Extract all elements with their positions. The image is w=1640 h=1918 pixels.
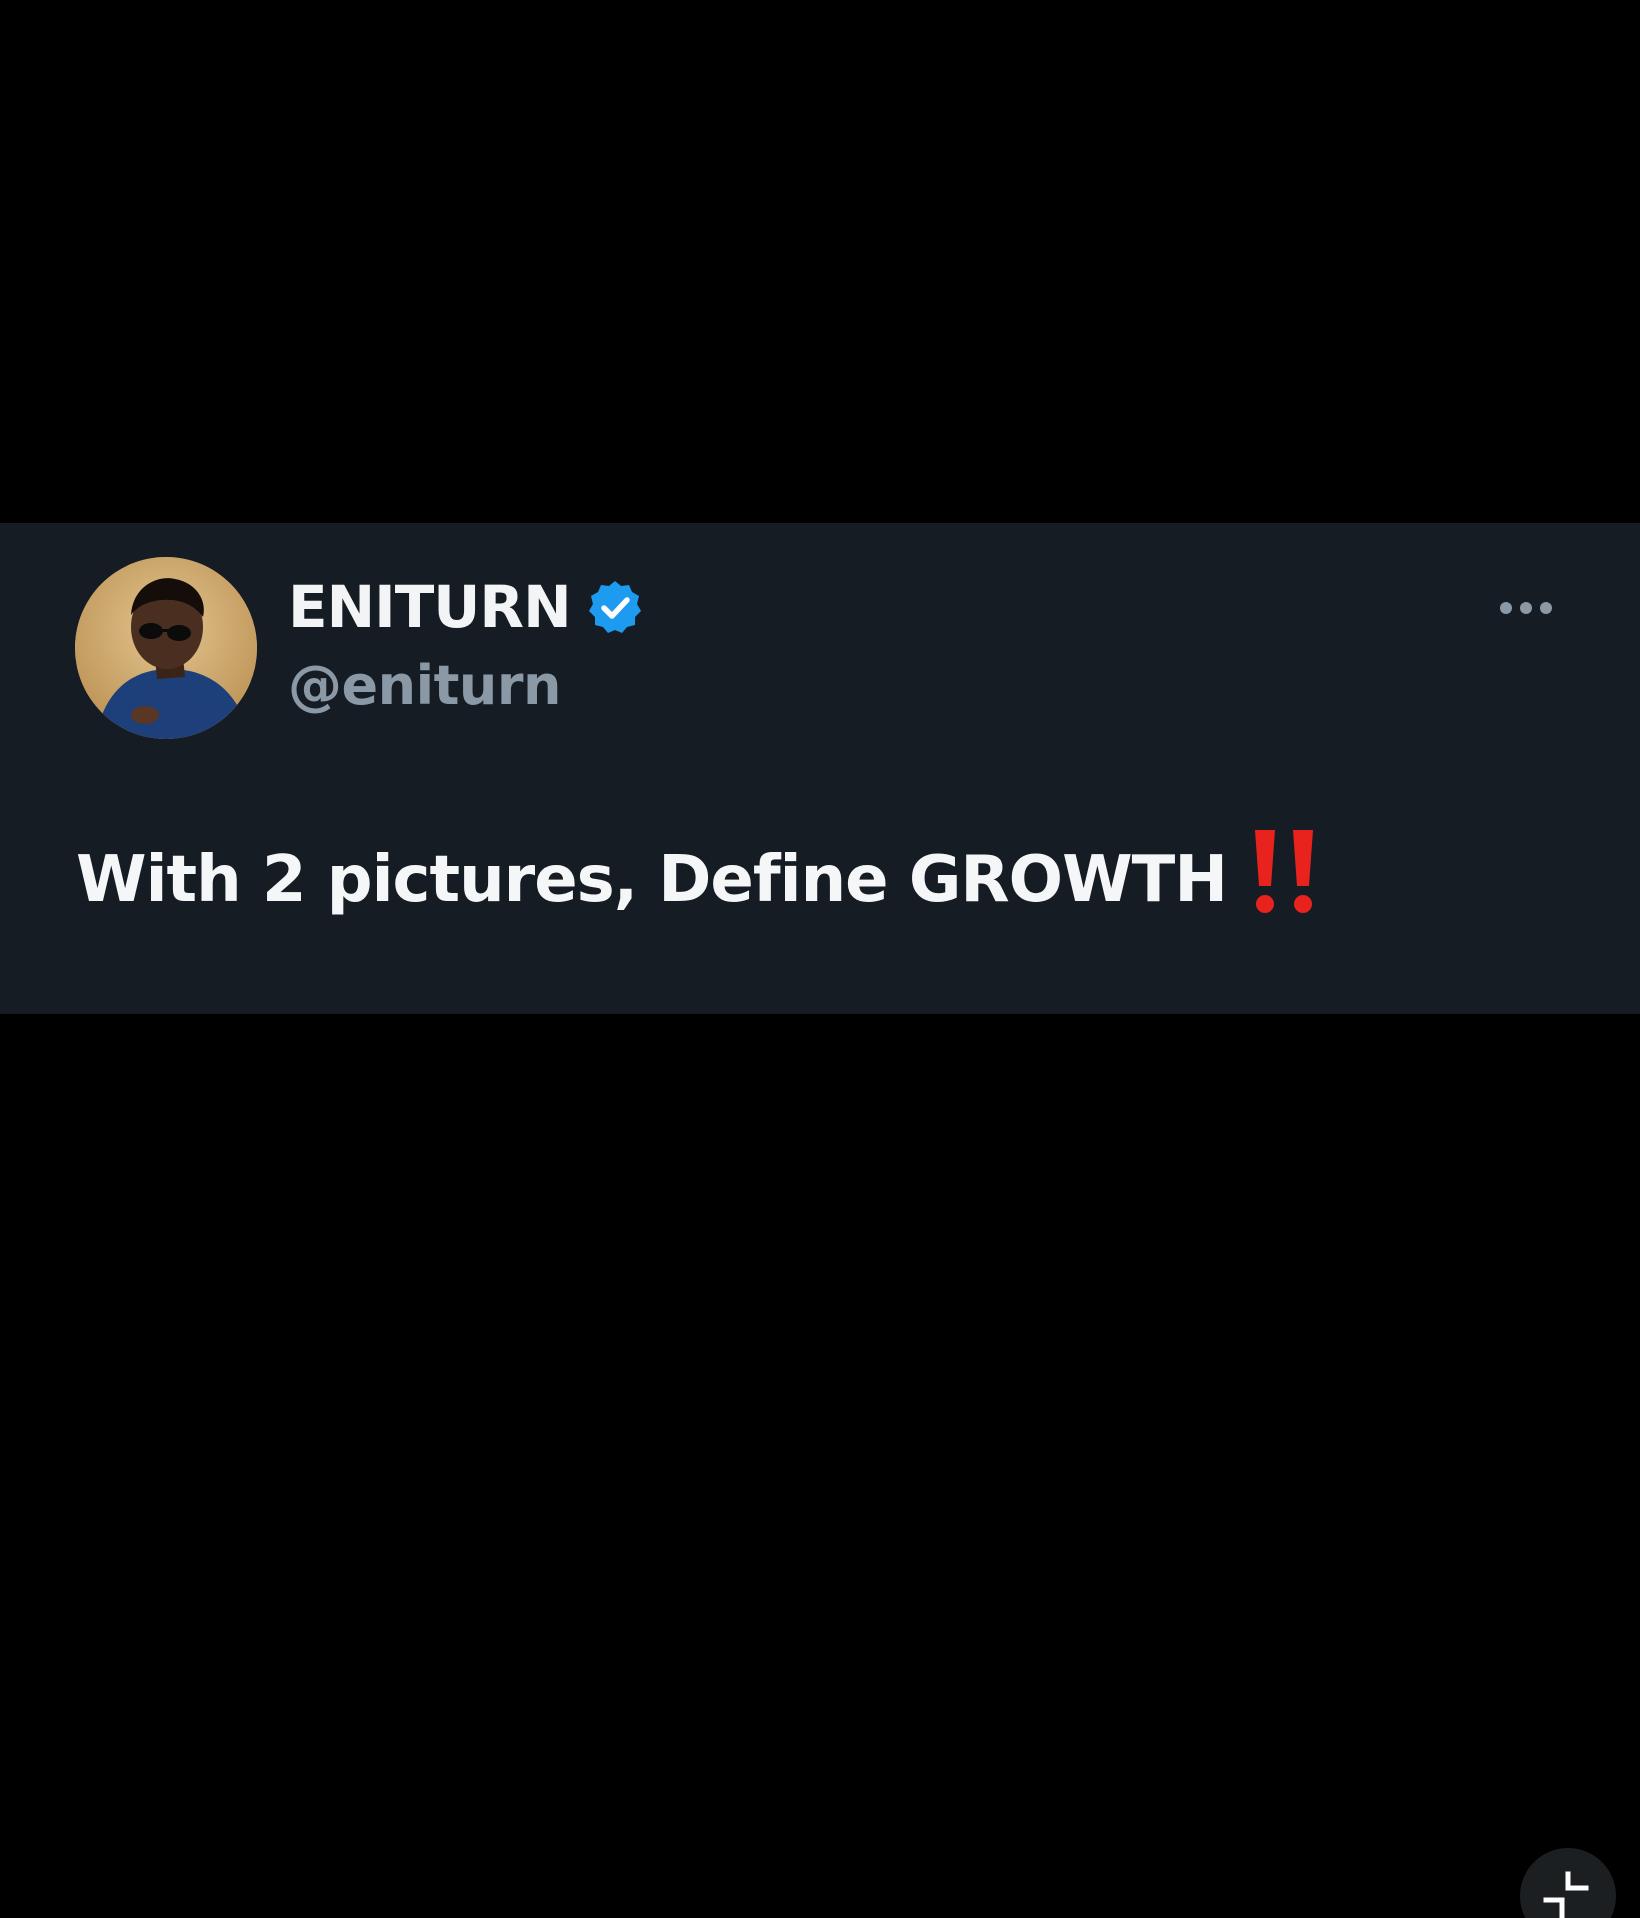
more-options-button[interactable] (1496, 588, 1556, 628)
double-exclamation-emoji (1254, 830, 1313, 913)
handle[interactable]: @eniturn (288, 651, 561, 721)
screen: ENITURN @eniturn With 2 pictures, Define… (0, 0, 1640, 1918)
tweet-text: With 2 pictures, Define GROWTH (76, 843, 1228, 917)
tweet-card[interactable] (0, 523, 1640, 1014)
verified-badge-icon (588, 581, 641, 633)
more-horizontal-icon (1500, 602, 1552, 614)
exit-fullscreen-icon (1543, 1871, 1589, 1918)
avatar-photo (75, 557, 257, 739)
display-name-row[interactable]: ENITURN (288, 572, 643, 642)
exit-fullscreen-button[interactable] (1520, 1848, 1616, 1918)
tweet-text-row: With 2 pictures, Define GROWTH (76, 830, 1325, 930)
display-name[interactable]: ENITURN (288, 572, 572, 642)
avatar[interactable] (75, 557, 257, 739)
